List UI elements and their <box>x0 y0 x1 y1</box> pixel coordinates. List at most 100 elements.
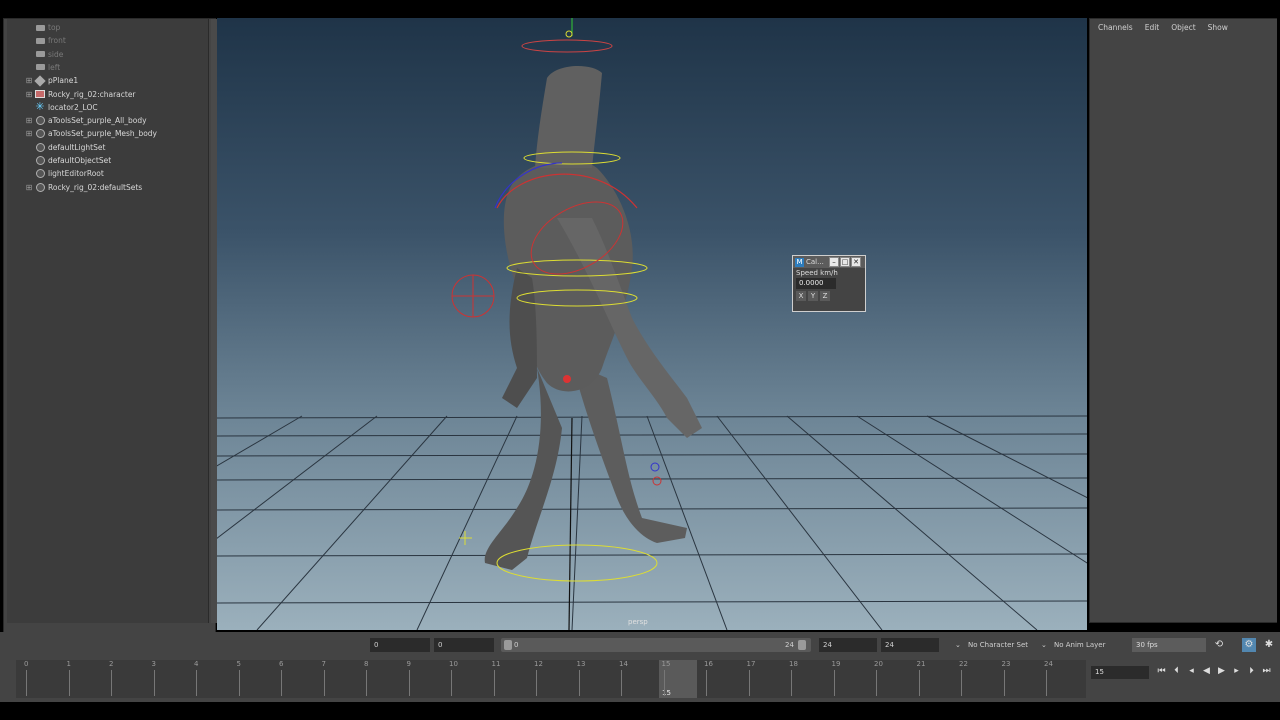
step-forward-key-icon[interactable]: ⏵ <box>1245 664 1258 678</box>
minimize-icon[interactable]: – <box>829 257 839 267</box>
outliner-item[interactable]: ⊞ aToolsSet_purple_All_body <box>7 114 147 127</box>
timeline-tick <box>706 670 707 696</box>
timeline-tick <box>366 670 367 696</box>
step-forward-frame-icon[interactable]: ▸ <box>1230 664 1243 678</box>
camera-icon <box>35 36 45 46</box>
expand-icon[interactable]: ⊞ <box>24 76 34 85</box>
fps-dropdown[interactable]: 30 fps <box>1132 638 1206 652</box>
outliner-item[interactable]: left <box>7 61 60 74</box>
go-to-start-icon[interactable]: ⏮ <box>1155 664 1168 678</box>
timeline-tick <box>153 670 155 696</box>
camera-icon <box>35 23 45 33</box>
timeline-tick <box>791 670 792 696</box>
outliner-item-label: defaultObjectSet <box>48 156 112 165</box>
step-back-key-icon[interactable]: ⏴ <box>1170 664 1183 678</box>
end-time-field[interactable]: 24 <box>881 638 939 652</box>
outliner-item[interactable]: front <box>7 34 66 47</box>
menu-channels[interactable]: Channels <box>1098 23 1133 32</box>
timeline-track[interactable]: 15 0 1 2 3 4 5 6 7 8 9 10 11 12 13 14 15 16 17 18 19 20 21 22 2… <box>16 660 1086 698</box>
menu-edit[interactable]: Edit <box>1145 23 1160 32</box>
speed-label: Speed km/h <box>796 269 838 277</box>
outliner-item[interactable]: ⊞ pPlane1 <box>7 74 78 87</box>
play-backwards-icon[interactable]: ◀ <box>1200 664 1213 678</box>
anim-layer-dropdown[interactable]: No Anim Layer <box>1054 638 1105 652</box>
range-start-handle[interactable] <box>504 640 512 650</box>
step-back-frame-icon[interactable]: ◂ <box>1185 664 1198 678</box>
axis-x-button[interactable]: X <box>796 291 806 301</box>
timeline-tick <box>68 670 70 696</box>
speed-value-field[interactable]: 0.0000 <box>796 278 836 289</box>
timeline-tick-label: 3 <box>151 660 156 668</box>
outliner-item-label: side <box>48 49 64 59</box>
go-to-end-icon[interactable]: ⏭ <box>1260 664 1273 678</box>
outliner-item-label: aToolsSet_purple_All_body <box>48 116 147 126</box>
timeline-tick-label: 1 <box>66 660 71 668</box>
set-icon <box>35 182 45 192</box>
expand-icon[interactable]: ⊞ <box>24 116 34 125</box>
timeline-tick-label: 23 <box>1001 660 1011 668</box>
calc-titlebar[interactable]: M Cal... – □ ✕ <box>793 256 865 268</box>
outliner-item[interactable]: ⊞ Rocky_rig_02:character <box>7 88 136 101</box>
timeline-tick-label: 6 <box>279 660 284 668</box>
expand-icon[interactable]: ⊞ <box>24 129 34 138</box>
axis-z-button[interactable]: Z <box>820 291 830 301</box>
timeline-tick <box>536 670 537 696</box>
timeline-tick <box>748 670 750 696</box>
expand-icon[interactable]: ⊞ <box>24 183 34 192</box>
calc-title: Cal... <box>806 258 824 266</box>
current-frame-field[interactable]: 15 <box>1091 666 1149 679</box>
outliner-item[interactable]: defaultLightSet <box>7 141 105 154</box>
set-icon <box>35 116 45 126</box>
outliner-item-label: defaultLightSet <box>48 142 106 152</box>
timeline-tick <box>238 670 240 696</box>
timeline-tick-label: 8 <box>364 660 369 668</box>
range-start-label: 0 <box>514 641 519 649</box>
outliner-panel: top front side left ⊞ pPlane1 ⊞ Rocky_rig_02:ch… <box>3 18 217 648</box>
expand-icon[interactable]: ⊞ <box>24 90 34 99</box>
range-bar[interactable]: 0 24 <box>501 638 811 652</box>
timeline-tick <box>196 670 197 696</box>
outliner-item-label: locator2_LOC <box>48 102 98 112</box>
perspective-viewport[interactable]: persp <box>217 18 1087 630</box>
timeline-tick-label: 18 <box>789 660 798 668</box>
set-icon <box>35 156 45 166</box>
start-time-field[interactable]: 0 <box>370 638 430 652</box>
timeline-tick <box>451 670 452 696</box>
loop-icon[interactable]: ⟲ <box>1212 638 1226 652</box>
timeline-tick-label: 22 <box>959 660 968 668</box>
timeline-tick <box>621 670 622 696</box>
timeline-tick <box>408 670 410 696</box>
outliner-item[interactable]: ✳ locator2_LOC <box>7 101 98 114</box>
character-set-dropdown[interactable]: No Character Set <box>968 638 1028 652</box>
set-icon <box>35 142 45 152</box>
character-model[interactable] <box>451 18 702 582</box>
outliner-item[interactable]: side <box>7 48 63 61</box>
outliner-item-label: Rocky_rig_02:character <box>48 89 136 99</box>
outliner-list: top front side left ⊞ pPlane1 ⊞ Rocky_rig_02:ch… <box>7 19 209 623</box>
play-forwards-icon[interactable]: ▶ <box>1215 664 1228 678</box>
maximize-icon[interactable]: □ <box>840 257 850 267</box>
timeline-tick-label: 19 <box>831 660 841 668</box>
axis-y-button[interactable]: Y <box>808 291 818 301</box>
range-end-handle[interactable] <box>798 640 806 650</box>
playback-start-field[interactable]: 0 <box>434 638 494 652</box>
playback-end-field[interactable]: 24 <box>819 638 877 652</box>
timeline-tick <box>493 670 495 696</box>
outliner-item[interactable]: top <box>7 21 60 34</box>
preferences-icon[interactable]: ✱ <box>1262 638 1276 652</box>
menu-show[interactable]: Show <box>1208 23 1228 32</box>
timeline-tick-label: 10 <box>449 660 458 668</box>
auto-key-icon[interactable]: ⚙ <box>1242 638 1256 652</box>
speed-calculator-window[interactable]: M Cal... – □ ✕ Speed km/h 0.0000 X Y Z <box>792 255 866 312</box>
outliner-item-label: top <box>48 23 61 32</box>
timeline-tick-label: 9 <box>406 660 411 668</box>
outliner-item[interactable]: lightEditorRoot <box>7 167 104 180</box>
range-slider: 0 0 0 24 24 24 ⌄ No Character Set ⌄ No A… <box>0 632 1280 658</box>
menu-object[interactable]: Object <box>1171 23 1195 32</box>
outliner-item[interactable]: defaultObjectSet <box>7 154 111 167</box>
close-icon[interactable]: ✕ <box>851 257 861 267</box>
outliner-item-label: lightEditorRoot <box>48 169 104 179</box>
outliner-item[interactable]: ⊞ Rocky_rig_02:defaultSets <box>7 181 142 194</box>
outliner-item[interactable]: ⊞ aToolsSet_purple_Mesh_body <box>7 127 157 140</box>
maya-logo-icon: M <box>795 257 804 267</box>
